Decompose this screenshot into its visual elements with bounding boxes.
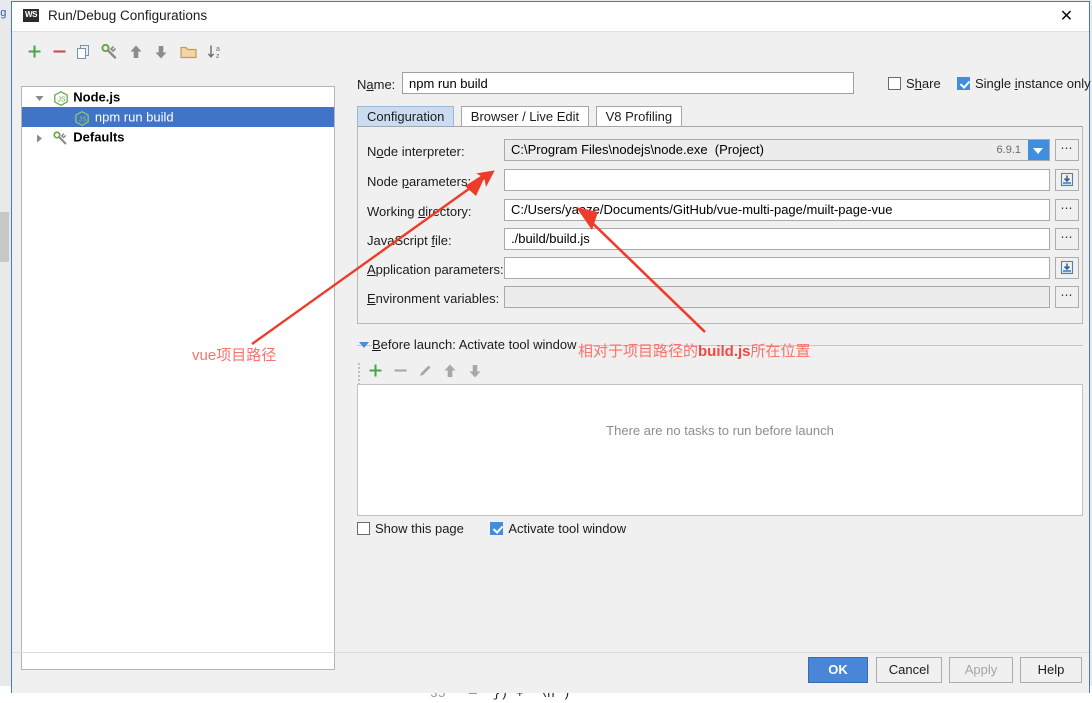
activate-tool-window-checkbox[interactable]: Activate tool window <box>490 521 626 536</box>
single-instance-only-checkbox[interactable]: Single instance only <box>957 76 1091 91</box>
node-parameters-macro-button[interactable] <box>1055 169 1079 191</box>
show-this-page-checkbox-box[interactable] <box>357 522 370 535</box>
before-launch-options: Show this page Activate tool window <box>357 520 626 540</box>
expand-collapse-triangle-icon[interactable] <box>30 88 48 108</box>
add-task-icon[interactable] <box>364 359 386 383</box>
javascript-file-label: JavaScript file: <box>367 233 452 248</box>
node-interpreter-combobox[interactable]: C:\Program Files\nodejs\node.exe (Projec… <box>504 139 1050 161</box>
tree-item-defaults[interactable]: Defaults <box>22 127 334 147</box>
sort-alphabetically-icon[interactable]: a z <box>204 40 226 64</box>
single-instance-checkbox-box[interactable] <box>957 77 970 90</box>
environment-variables-row: Environment variables: ⋯ <box>358 286 1082 312</box>
share-checkbox[interactable]: Share <box>888 76 941 91</box>
application-parameters-input[interactable] <box>504 257 1050 279</box>
move-down-icon[interactable] <box>150 40 172 64</box>
svg-text:JS: JS <box>57 96 66 103</box>
node-parameters-input[interactable] <box>504 169 1050 191</box>
node-parameters-row: Node parameters: <box>358 169 1082 195</box>
edit-defaults-icon[interactable] <box>98 40 120 64</box>
dialog-body: a z JS Node.js JS npm run build Defaults… <box>12 32 1091 693</box>
application-parameters-label: Application parameters: <box>367 262 504 277</box>
application-parameters-row: Application parameters: <box>358 257 1082 283</box>
folder-icon[interactable] <box>177 40 199 64</box>
wrench-icon <box>52 128 70 148</box>
dialog-titlebar: WS Run/Debug Configurations ✕ <box>12 2 1089 32</box>
edit-task-icon[interactable] <box>414 359 436 383</box>
before-launch-task-list[interactable]: There are no tasks to run before launch <box>357 384 1083 516</box>
working-directory-input[interactable]: C:/Users/yaoze/Documents/GitHub/vue-mult… <box>504 199 1050 221</box>
node-parameters-label: Node parameters: <box>367 174 472 189</box>
before-launch-header: Before launch: Activate tool window <box>357 337 1083 353</box>
svg-text:JS: JS <box>79 116 88 123</box>
environment-variables-browse-button[interactable]: ⋯ <box>1055 286 1079 308</box>
javascript-file-browse-button[interactable]: ⋯ <box>1055 228 1079 250</box>
node-interpreter-row: Node interpreter: C:\Program Files\nodej… <box>358 139 1082 165</box>
remove-icon[interactable] <box>48 40 70 64</box>
background-scrollbar-thumb[interactable] <box>0 212 9 262</box>
svg-text:z: z <box>216 53 220 60</box>
run-debug-configurations-dialog: WS Run/Debug Configurations ✕ a z JS Nod… <box>11 1 1091 693</box>
configurations-toolbar: a z <box>20 40 330 66</box>
move-up-icon[interactable] <box>125 40 147 64</box>
tab-configuration[interactable]: Configuration <box>357 106 455 127</box>
application-parameters-macro-button[interactable] <box>1055 257 1079 279</box>
tree-item-npm-run-build[interactable]: JS npm run build <box>22 107 334 127</box>
tab-v8-profiling[interactable]: V8 Profiling <box>595 106 683 127</box>
configurations-tree[interactable]: JS Node.js JS npm run build Defaults <box>21 86 335 670</box>
webstorm-logo-icon: WS <box>23 9 39 25</box>
node-interpreter-version: 6.9.1 <box>996 144 1021 156</box>
javascript-file-input[interactable]: ./build/build.js <box>504 228 1050 250</box>
name-input[interactable] <box>402 72 854 94</box>
screen: g 35 — }) + '\n') WS Run/Debug Configura… <box>0 0 1092 703</box>
before-launch-empty-text: There are no tasks to run before launch <box>606 423 834 438</box>
before-launch-toolbar <box>357 359 1083 385</box>
environment-variables-input[interactable] <box>504 286 1050 308</box>
working-directory-browse-button[interactable]: ⋯ <box>1055 199 1079 221</box>
tree-item-label: npm run build <box>94 109 174 125</box>
before-launch-collapse-icon[interactable] <box>359 342 369 348</box>
environment-variables-label: Environment variables: <box>367 291 500 306</box>
working-directory-row: Working directory: C:/Users/yaoze/Docume… <box>358 199 1082 225</box>
nodejs-icon: JS <box>73 108 91 128</box>
close-icon[interactable]: ✕ <box>1044 2 1089 31</box>
dialog-title: Run/Debug Configurations <box>48 8 208 23</box>
tree-item-label: Defaults <box>73 129 125 145</box>
cancel-button[interactable]: Cancel <box>876 657 942 683</box>
working-directory-label: Working directory: <box>367 204 472 219</box>
svg-text:a: a <box>216 46 220 53</box>
configuration-tab-panel: Node interpreter: C:\Program Files\nodej… <box>357 126 1083 324</box>
node-interpreter-value: C:\Program Files\nodejs\node.exe (Projec… <box>511 142 764 157</box>
tree-item-label: Node.js <box>73 89 121 105</box>
tree-item-nodejs[interactable]: JS Node.js <box>22 87 334 107</box>
move-task-down-icon[interactable] <box>464 359 486 383</box>
node-interpreter-label: Node interpreter: <box>367 144 465 159</box>
expand-triangle-icon[interactable] <box>30 128 48 148</box>
name-label: Name: <box>357 77 396 92</box>
footer-divider <box>12 652 1089 653</box>
chevron-down-icon[interactable] <box>1028 140 1049 160</box>
node-interpreter-browse-button[interactable]: ⋯ <box>1055 139 1079 161</box>
toolbar-drag-handle[interactable] <box>357 361 362 385</box>
show-this-page-checkbox[interactable]: Show this page <box>357 521 464 536</box>
move-task-up-icon[interactable] <box>439 359 461 383</box>
background-left-text: g <box>0 8 7 20</box>
add-icon[interactable] <box>23 40 45 64</box>
activate-tool-window-checkbox-box[interactable] <box>490 522 504 535</box>
help-button[interactable]: Help <box>1020 657 1082 683</box>
ok-button[interactable]: OK <box>808 657 868 683</box>
share-checkbox-box[interactable] <box>888 77 901 90</box>
before-launch-title: Before launch: Activate tool window <box>372 337 583 352</box>
tab-browser-live-edit[interactable]: Browser / Live Edit <box>460 106 590 127</box>
javascript-file-row: JavaScript file: ./build/build.js ⋯ <box>358 228 1082 254</box>
copy-icon[interactable] <box>73 40 95 64</box>
config-tabs: Configuration Browser / Live Edit V8 Pro… <box>357 106 684 127</box>
nodejs-icon: JS <box>52 88 70 108</box>
apply-button[interactable]: Apply <box>949 657 1013 683</box>
remove-task-icon[interactable] <box>389 359 411 383</box>
